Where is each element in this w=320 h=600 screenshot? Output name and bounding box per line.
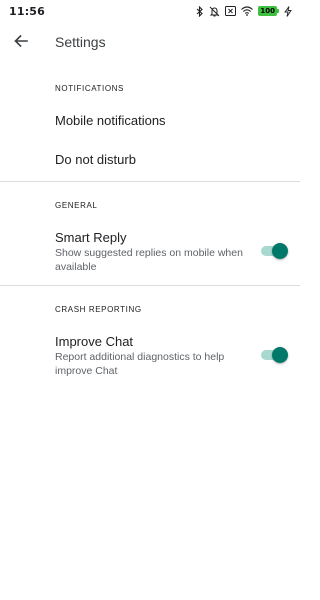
wifi-icon xyxy=(241,6,254,16)
pref-title: Improve Chat xyxy=(55,334,134,349)
section-header-notifications: NOTIFICATIONS xyxy=(55,84,124,93)
back-button[interactable] xyxy=(8,30,34,56)
status-icons: 100 xyxy=(196,5,292,17)
bluetooth-icon xyxy=(196,5,204,17)
section-header-crash-reporting: CRASH REPORTING xyxy=(55,305,142,314)
pref-improve-chat[interactable]: Improve Chat Report additional diagnosti… xyxy=(0,328,300,382)
pref-summary: Report additional diagnostics to help im… xyxy=(55,351,225,377)
pref-title: Mobile notifications xyxy=(55,113,166,128)
divider xyxy=(0,285,300,286)
app-bar: Settings xyxy=(0,22,300,64)
smart-reply-toggle[interactable] xyxy=(259,243,288,259)
divider xyxy=(0,181,300,182)
pref-do-not-disturb[interactable]: Do not disturb xyxy=(0,144,300,180)
toggle-thumb xyxy=(272,347,288,363)
pref-summary: Show suggested replies on mobile when av… xyxy=(55,247,243,273)
status-bar: 11:56 100 xyxy=(0,0,300,22)
battery-level: 100 xyxy=(258,6,277,16)
charging-icon xyxy=(284,5,292,17)
close-box-icon xyxy=(225,6,237,16)
battery-icon: 100 xyxy=(258,6,279,16)
notifications-off-icon xyxy=(209,6,220,17)
pref-title: Do not disturb xyxy=(55,152,136,167)
page-title: Settings xyxy=(55,34,106,50)
improve-chat-toggle[interactable] xyxy=(259,347,288,363)
pref-mobile-notifications[interactable]: Mobile notifications xyxy=(0,104,300,140)
pref-title: Smart Reply xyxy=(55,230,127,245)
status-time: 11:56 xyxy=(9,4,46,18)
section-header-general: GENERAL xyxy=(55,201,98,210)
toggle-thumb xyxy=(272,243,288,259)
arrow-back-icon xyxy=(13,33,29,54)
pref-smart-reply[interactable]: Smart Reply Show suggested replies on mo… xyxy=(0,224,300,278)
